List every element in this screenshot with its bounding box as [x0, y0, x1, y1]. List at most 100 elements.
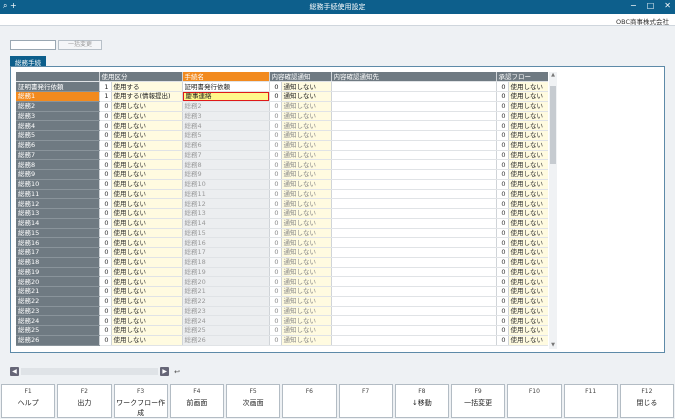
- kubun-code-cell[interactable]: 0: [99, 140, 112, 151]
- row-header[interactable]: 総務13: [16, 208, 100, 219]
- col-header-dest[interactable]: 内容確認通知先: [331, 72, 497, 83]
- row-header[interactable]: 総務20: [16, 276, 100, 287]
- flow-cell[interactable]: 使用しない: [508, 130, 548, 141]
- row-header[interactable]: 総務11: [16, 189, 100, 200]
- notify-code-cell[interactable]: 0: [269, 228, 282, 239]
- kubun-cell[interactable]: 使用しない: [111, 276, 183, 287]
- kubun-cell[interactable]: 使用しない: [111, 169, 183, 180]
- col-header-notify[interactable]: 内容確認通知: [269, 72, 332, 83]
- flow-cell[interactable]: 使用しない: [508, 101, 548, 112]
- kubun-code-cell[interactable]: 1: [99, 91, 112, 102]
- kubun-cell[interactable]: 使用しない: [111, 189, 183, 200]
- notify-cell[interactable]: 通知しない: [281, 101, 332, 112]
- row-header[interactable]: 総務3: [16, 111, 100, 122]
- kubun-cell[interactable]: 使用しない: [111, 296, 183, 307]
- kubun-cell[interactable]: 使用しない: [111, 306, 183, 317]
- row-header[interactable]: 総務22: [16, 296, 100, 307]
- kubun-code-cell[interactable]: 0: [99, 169, 112, 180]
- return-icon[interactable]: ↩: [174, 368, 180, 376]
- kubun-cell[interactable]: 使用しない: [111, 218, 183, 229]
- fkey-f9[interactable]: F9 一括変更: [451, 384, 506, 418]
- procedure-name-cell[interactable]: 証明書発行依頼: [182, 81, 270, 92]
- flow-code-cell[interactable]: 0: [496, 150, 509, 161]
- flow-code-cell[interactable]: 0: [496, 335, 509, 346]
- table-row[interactable]: 総務12 0 使用しない 総務12 0 通知しない 0 使用しない: [16, 198, 548, 209]
- col-header-flow[interactable]: 承認フロー: [496, 72, 548, 83]
- notify-dest-cell[interactable]: [331, 286, 497, 297]
- procedure-name-cell[interactable]: 総務8: [182, 159, 270, 170]
- notify-dest-cell[interactable]: [331, 228, 497, 239]
- notify-code-cell[interactable]: 0: [269, 198, 282, 209]
- notify-code-cell[interactable]: 0: [269, 237, 282, 248]
- row-header[interactable]: 総務2: [16, 101, 100, 112]
- table-row[interactable]: 総務11 0 使用しない 総務11 0 通知しない 0 使用しない: [16, 189, 548, 200]
- notify-code-cell[interactable]: 0: [269, 169, 282, 180]
- notify-cell[interactable]: 通知しない: [281, 81, 332, 92]
- procedure-name-cell[interactable]: 総務18: [182, 257, 270, 268]
- scroll-thumb[interactable]: [550, 86, 556, 164]
- procedure-name-cell[interactable]: 総務3: [182, 111, 270, 122]
- table-row[interactable]: 総務17 0 使用しない 総務17 0 通知しない 0 使用しない: [16, 247, 548, 258]
- flow-code-cell[interactable]: 0: [496, 91, 509, 102]
- procedure-name-cell[interactable]: 総務17: [182, 247, 270, 258]
- notify-code-cell[interactable]: 0: [269, 325, 282, 336]
- procedure-name-cell[interactable]: 総務7: [182, 150, 270, 161]
- notify-cell[interactable]: 通知しない: [281, 208, 332, 219]
- notify-dest-cell[interactable]: [331, 120, 497, 131]
- kubun-code-cell[interactable]: 1: [99, 81, 112, 92]
- procedure-name-cell[interactable]: 総務22: [182, 296, 270, 307]
- procedure-name-cell[interactable]: 総務20: [182, 276, 270, 287]
- kubun-code-cell[interactable]: 0: [99, 315, 112, 326]
- notify-code-cell[interactable]: 0: [269, 315, 282, 326]
- kubun-cell[interactable]: 使用しない: [111, 150, 183, 161]
- notify-cell[interactable]: 通知しない: [281, 237, 332, 248]
- flow-code-cell[interactable]: 0: [496, 81, 509, 92]
- row-header[interactable]: 総務4: [16, 120, 100, 131]
- table-row[interactable]: 総務20 0 使用しない 総務20 0 通知しない 0 使用しない: [16, 276, 548, 287]
- row-header[interactable]: 総務10: [16, 179, 100, 190]
- flow-cell[interactable]: 使用しない: [508, 169, 548, 180]
- procedure-name-cell[interactable]: 総務16: [182, 237, 270, 248]
- flow-cell[interactable]: 使用しない: [508, 179, 548, 190]
- maximize-icon[interactable]: □: [647, 1, 655, 10]
- kubun-cell[interactable]: 使用する(情報提出): [111, 91, 183, 102]
- notify-dest-cell[interactable]: [331, 325, 497, 336]
- kubun-cell[interactable]: 使用しない: [111, 198, 183, 209]
- table-row[interactable]: 総務6 0 使用しない 総務6 0 通知しない 0 使用しない: [16, 140, 548, 151]
- flow-code-cell[interactable]: 0: [496, 296, 509, 307]
- notify-code-cell[interactable]: 0: [269, 159, 282, 170]
- kubun-code-cell[interactable]: 0: [99, 198, 112, 209]
- notify-code-cell[interactable]: 0: [269, 276, 282, 287]
- fkey-f12[interactable]: F12 閉じる: [619, 384, 674, 418]
- flow-cell[interactable]: 使用しない: [508, 81, 548, 92]
- notify-dest-cell[interactable]: [331, 208, 497, 219]
- row-header[interactable]: 総務8: [16, 159, 100, 170]
- notify-cell[interactable]: 通知しない: [281, 169, 332, 180]
- table-row[interactable]: 総務14 0 使用しない 総務14 0 通知しない 0 使用しない: [16, 218, 548, 229]
- notify-cell[interactable]: 通知しない: [281, 111, 332, 122]
- row-header[interactable]: 総務26: [16, 335, 100, 346]
- procedure-name-cell[interactable]: 総務25: [182, 325, 270, 336]
- notify-dest-cell[interactable]: [331, 140, 497, 151]
- kubun-cell[interactable]: 使用しない: [111, 257, 183, 268]
- kubun-code-cell[interactable]: 0: [99, 208, 112, 219]
- notify-code-cell[interactable]: 0: [269, 208, 282, 219]
- table-row[interactable]: 総務13 0 使用しない 総務13 0 通知しない 0 使用しない: [16, 208, 548, 219]
- notify-code-cell[interactable]: 0: [269, 111, 282, 122]
- table-row[interactable]: 総務7 0 使用しない 総務7 0 通知しない 0 使用しない: [16, 150, 548, 161]
- fkey-f10[interactable]: F10: [507, 384, 562, 418]
- flow-code-cell[interactable]: 0: [496, 169, 509, 180]
- notify-cell[interactable]: 通知しない: [281, 228, 332, 239]
- notify-code-cell[interactable]: 0: [269, 267, 282, 278]
- tab-general-affairs[interactable]: 総務手続: [10, 56, 46, 67]
- table-row[interactable]: 総務5 0 使用しない 総務5 0 通知しない 0 使用しない: [16, 130, 548, 141]
- kubun-code-cell[interactable]: 0: [99, 159, 112, 170]
- horizontal-track[interactable]: [20, 368, 159, 375]
- row-header[interactable]: 総務9: [16, 169, 100, 180]
- flow-cell[interactable]: 使用しない: [508, 257, 548, 268]
- kubun-code-cell[interactable]: 0: [99, 120, 112, 131]
- scroll-up-icon[interactable]: ▲: [549, 72, 557, 79]
- kubun-code-cell[interactable]: 0: [99, 111, 112, 122]
- flow-cell[interactable]: 使用しない: [508, 247, 548, 258]
- table-row[interactable]: 総務24 0 使用しない 総務24 0 通知しない 0 使用しない: [16, 315, 548, 326]
